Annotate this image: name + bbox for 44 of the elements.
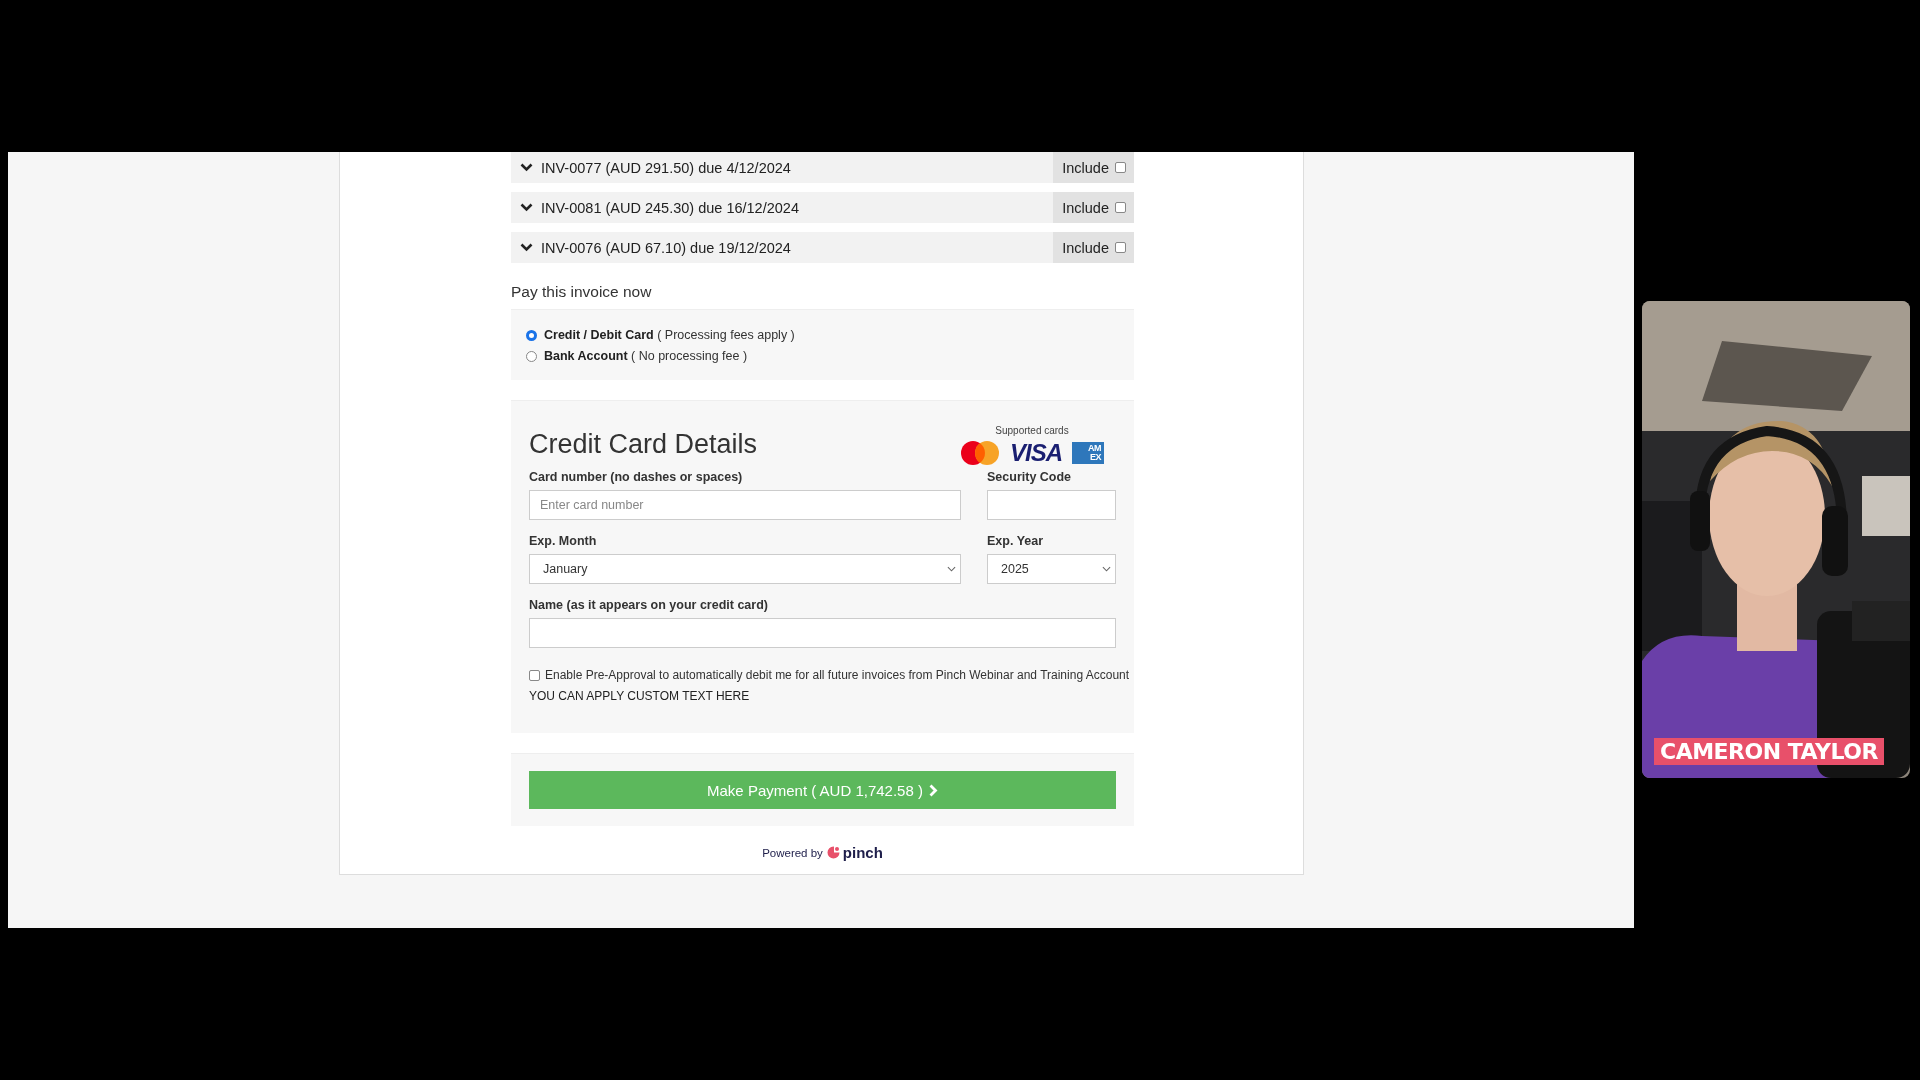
invoice-title: INV-0076 (AUD 67.10) due 19/12/2024 — [541, 239, 792, 256]
checkbox-label[interactable]: Enable Pre-Approval to automatically debit me for all future invoices from Pinch Webinar and Training Account — [545, 668, 1130, 682]
card-logo: VISA — [1010, 441, 1062, 465]
payment-method-label[interactable]: Credit / Debit Card ( Processing fees apply ) — [544, 328, 795, 342]
chevron-right-icon — [928, 783, 938, 797]
year-dropdown[interactable]: 2025 — [987, 554, 1116, 584]
invoice-title: INV-0081 (AUD 245.30) due 16/12/2024 — [541, 199, 800, 216]
powered-by-text: Powered by — [762, 846, 823, 859]
custom-text: YOU CAN APPLY CUSTOM TEXT HERE — [529, 689, 751, 703]
name-caption: CAMERON TAYLOR — [1654, 738, 1884, 765]
chevron-down-icon[interactable] — [520, 243, 533, 252]
form-title: Credit Card Details — [529, 429, 758, 460]
caret-icon — [1102, 566, 1111, 572]
month-dropdown[interactable]: January — [529, 554, 961, 584]
include-toggle[interactable]: Include — [1053, 192, 1134, 223]
caret-icon — [947, 566, 956, 572]
security-code-field[interactable] — [987, 490, 1116, 520]
field-label: Exp. Year — [987, 534, 1045, 548]
include-checkbox[interactable] — [1115, 162, 1126, 173]
brand-logo[interactable]: pinch — [826, 844, 883, 861]
payment-method-label[interactable]: Bank Account ( No processing fee ) — [544, 349, 748, 363]
field-label: Exp. Month — [529, 534, 598, 548]
chevron-down-icon[interactable] — [520, 163, 533, 172]
cardholder-name-field[interactable] — [529, 618, 1116, 648]
invoice-row[interactable]: INV-0076 (AUD 67.10) due 19/12/2024 Include — [511, 232, 1134, 263]
invoice-row[interactable]: INV-0081 (AUD 245.30) due 16/12/2024 Include — [511, 192, 1134, 223]
field-label: Security Code — [987, 470, 1073, 484]
include-toggle[interactable]: Include — [1053, 152, 1134, 183]
checkbox[interactable] — [529, 669, 540, 681]
card-number-field[interactable]: Enter card number — [529, 490, 961, 520]
section-heading: Pay this invoice now — [511, 283, 653, 301]
include-checkbox[interactable] — [1115, 242, 1126, 253]
radio-button[interactable] — [526, 350, 537, 362]
chevron-down-icon[interactable] — [520, 203, 533, 212]
field-label: Name (as it appears on your credit card) — [529, 598, 769, 612]
supported-cards-label: Supported cards — [995, 425, 1069, 436]
invoice-row[interactable]: INV-0077 (AUD 291.50) due 4/12/2024 Include — [511, 152, 1134, 183]
include-checkbox[interactable] — [1115, 202, 1126, 213]
field-label: Card number (no dashes or spaces) — [529, 470, 744, 484]
card-logo: AM EX — [1072, 442, 1104, 464]
invoice-title: INV-0077 (AUD 291.50) due 4/12/2024 — [541, 159, 792, 176]
overlapping-circles-icon — [960, 440, 1000, 466]
include-toggle[interactable]: Include — [1053, 232, 1134, 263]
radio-button[interactable] — [526, 329, 537, 341]
